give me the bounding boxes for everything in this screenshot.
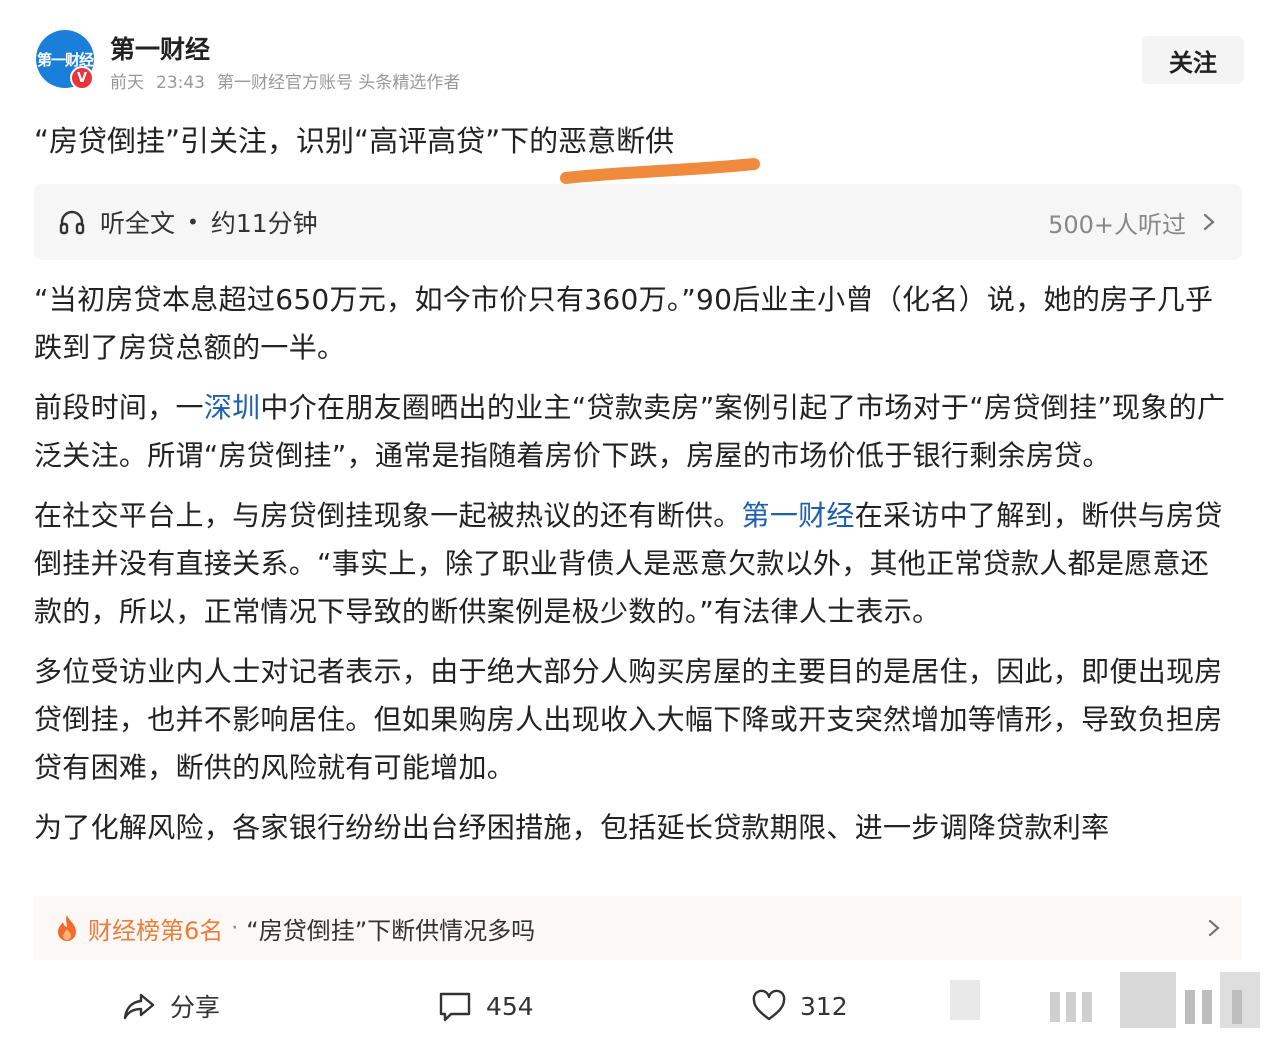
hot-separator: · — [231, 915, 239, 941]
article-paragraph: 多位受访业内人士对记者表示，由于绝大部分人购买房屋的主要目的是居住，因此，即便出… — [34, 655, 1223, 784]
follow-button[interactable]: 关注 — [1142, 36, 1244, 84]
chevron-right-icon — [1203, 213, 1215, 231]
keyword-link-yicai[interactable]: 第一财经 — [742, 499, 855, 532]
watermark-overlay — [950, 972, 1260, 1028]
bottom-action-bar: 分享 454 312 — [0, 972, 1280, 1042]
post-meta: 前天 23:43 第一财经官方账号 头条精选作者 — [110, 68, 472, 93]
like-count: 312 — [800, 991, 848, 1021]
hot-rank-label: 财经榜第6名 — [88, 916, 224, 945]
article-paragraph: 在社交平台上，与房贷倒挂现象一起被热议的还有断供。第一财经在采访中了解到，断供与… — [34, 492, 1234, 636]
hot-topic-text: “房贷倒挂”下断供情况多吗 — [246, 916, 536, 945]
listen-count: 500+人听过 — [1048, 210, 1186, 239]
comment-button[interactable]: 454 — [436, 984, 534, 1028]
paragraph-text: 前段时间，一 — [34, 391, 204, 424]
listen-label: 听全文 — [100, 209, 176, 238]
listen-separator: • — [187, 210, 199, 234]
heart-icon — [752, 989, 786, 1021]
like-button[interactable]: 312 — [750, 984, 848, 1028]
comment-count: 454 — [486, 991, 534, 1021]
listen-duration: 约11分钟 — [210, 209, 318, 238]
author-name[interactable]: 第一财经 — [110, 30, 210, 66]
hot-rank-bar[interactable]: 财经榜第6名 · “房贷倒挂”下断供情况多吗 — [34, 896, 1242, 960]
content-fade — [0, 858, 1280, 898]
chevron-right-icon — [1208, 919, 1220, 937]
post-time: 23:43 — [156, 73, 205, 93]
verified-badge-icon: V — [70, 66, 94, 90]
listen-full-text-bar[interactable]: 听全文 • 约11分钟 500+人听过 — [34, 184, 1242, 260]
keyword-link-shenzhen[interactable]: 深圳 — [204, 391, 261, 424]
share-icon — [123, 993, 155, 1020]
post-day: 前天 — [110, 73, 144, 93]
share-label: 分享 — [170, 993, 221, 1022]
article-body: “当初房贷本息超过650万元，如今市价只有360万。”90后业主小曾（化名）说，… — [34, 276, 1234, 886]
article-paragraph: 前段时间，一深圳中介在朋友圈晒出的业主“贷款卖房”案例引起了市场对于“房贷倒挂”… — [34, 384, 1234, 480]
paragraph-text: 在社交平台上，与房贷倒挂现象一起被热议的还有断供。 — [34, 499, 742, 532]
article-paragraph: “当初房贷本息超过650万元，如今市价只有360万。”90后业主小曾（化名）说，… — [34, 283, 1214, 364]
headphone-icon — [59, 210, 85, 235]
account-description: 第一财经官方账号 头条精选作者 — [217, 73, 461, 93]
share-button[interactable]: 分享 — [120, 984, 220, 1028]
comment-icon — [439, 992, 471, 1022]
article-paragraph-truncated: 为了化解风险，各家银行纷纷出台纾困措施，包括延长贷款期限、进一步调降贷款利率 — [34, 811, 1110, 844]
post-header: 第一财经 V 第一财经 前天 23:43 第一财经官方账号 头条精选作者 关注 — [0, 0, 1280, 110]
fire-icon — [58, 915, 76, 941]
